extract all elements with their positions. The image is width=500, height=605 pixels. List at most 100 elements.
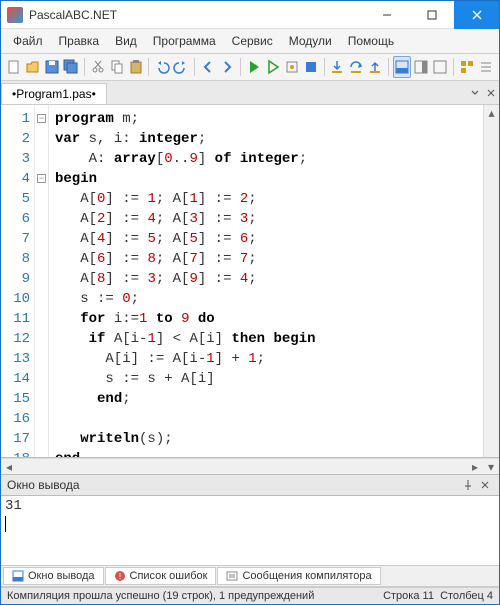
menu-service[interactable]: Сервис [224,31,281,51]
error-list-icon: ! [114,570,126,582]
fold-toggle[interactable]: − [37,174,46,183]
vertical-scrollbar[interactable]: ▴ [483,105,499,457]
stop-button[interactable] [302,56,320,78]
pin-icon [463,480,473,490]
minimize-button[interactable] [364,1,409,29]
bottom-tab-label: Список ошибок [130,570,208,582]
menu-edit[interactable]: Правка [51,31,108,51]
toggle-output-button[interactable] [393,56,411,78]
toolbar-separator [240,58,241,76]
line-number: 5 [1,189,30,209]
arrow-right-icon [219,59,235,75]
app-window: PascalABC.NET Файл Правка Вид Программа … [0,0,500,605]
line-number: 3 [1,149,30,169]
scroll-down-icon[interactable]: ▾ [483,459,499,474]
fold-toggle[interactable]: − [37,114,46,123]
toolbar [1,54,499,81]
toggle-side-button[interactable] [412,56,430,78]
menu-view[interactable]: Вид [107,31,145,51]
output-tab-icon [12,570,24,582]
toolbar-separator [388,58,389,76]
bottom-tab-errors[interactable]: ! Список ошибок [105,567,217,585]
toolbar-separator [324,58,325,76]
toggle-full-button[interactable] [431,56,449,78]
step-into-icon [329,59,345,75]
editor-tab[interactable]: •Program1.pas• [1,83,107,104]
play-icon [246,59,262,75]
bottom-tab-label: Сообщения компилятора [242,570,371,582]
status-col: Столбец 4 [440,590,493,602]
bottom-tabbar: Окно вывода ! Список ошибок Сообщения ко… [1,566,499,587]
output-panel-header: Окно вывода [1,474,499,496]
horizontal-scrollbar[interactable]: ◂ ▸ ▾ [1,458,499,474]
nav-forward-button[interactable] [218,56,236,78]
build-icon [284,59,300,75]
close-icon [481,481,489,489]
pin-button[interactable] [459,480,477,490]
run-no-debug-button[interactable] [264,56,282,78]
nav-back-button[interactable] [199,56,217,78]
line-gutter: 1 2 3 4 5 6 7 8 9 10 11 12 13 14 15 16 1… [1,105,35,457]
menu-help[interactable]: Помощь [340,31,402,51]
arrow-left-icon [200,59,216,75]
properties-button[interactable] [477,56,495,78]
stop-icon [303,59,319,75]
scroll-right-icon[interactable]: ▸ [467,459,483,474]
line-number: 10 [1,289,30,309]
objects-icon [459,59,475,75]
step-out-button[interactable] [366,56,384,78]
output-text: 31 [5,498,22,514]
objects-button[interactable] [458,56,476,78]
panel-bottom-icon [394,59,410,75]
save-all-button[interactable] [62,56,80,78]
output-panel-body[interactable]: 31 [1,496,499,566]
cut-button[interactable] [89,56,107,78]
undo-icon [154,59,170,75]
code-editor[interactable]: 1 2 3 4 5 6 7 8 9 10 11 12 13 14 15 16 1… [1,105,499,458]
toolbar-separator [194,58,195,76]
redo-button[interactable] [172,56,190,78]
open-folder-icon [25,59,41,75]
paste-button[interactable] [127,56,145,78]
maximize-button[interactable] [409,1,454,29]
menu-modules[interactable]: Модули [281,31,340,51]
save-button[interactable] [43,56,61,78]
line-number: 17 [1,429,30,449]
close-icon [472,10,482,20]
line-number: 18 [1,449,30,458]
status-compile-msg: Компиляция прошла успешно (19 строк), 1 … [7,590,314,602]
panel-side-icon [413,59,429,75]
open-file-button[interactable] [24,56,42,78]
toolbar-separator [148,58,149,76]
bottom-tab-label: Окно вывода [28,570,95,582]
code-content[interactable]: program m; var s, i: integer; A: array[0… [49,105,483,457]
tab-dropdown-button[interactable] [467,89,483,97]
line-number: 12 [1,329,30,349]
menu-program[interactable]: Программа [145,31,224,51]
undo-button[interactable] [153,56,171,78]
run-button[interactable] [245,56,263,78]
compile-button[interactable] [283,56,301,78]
bottom-tab-compiler[interactable]: Сообщения компилятора [217,567,380,585]
new-file-icon [6,59,22,75]
menubar: Файл Правка Вид Программа Сервис Модули … [1,29,499,54]
menu-file[interactable]: Файл [5,31,51,51]
titlebar: PascalABC.NET [1,1,499,29]
minimize-icon [382,10,392,20]
step-over-button[interactable] [347,56,365,78]
step-into-button[interactable] [328,56,346,78]
line-number: 1 [1,109,30,129]
status-line: Строка 11 [383,590,434,602]
copy-button[interactable] [108,56,126,78]
panel-close-button[interactable] [477,481,493,489]
bottom-tab-output[interactable]: Окно вывода [3,567,104,585]
fold-gutter: − − [35,105,49,457]
new-file-button[interactable] [5,56,23,78]
window-title: PascalABC.NET [29,8,364,22]
scroll-up-icon[interactable]: ▴ [484,105,499,121]
toolbar-separator [453,58,454,76]
scroll-left-icon[interactable]: ◂ [1,459,17,474]
close-button[interactable] [454,1,499,29]
save-all-icon [63,59,79,75]
tab-close-button[interactable] [483,89,499,97]
